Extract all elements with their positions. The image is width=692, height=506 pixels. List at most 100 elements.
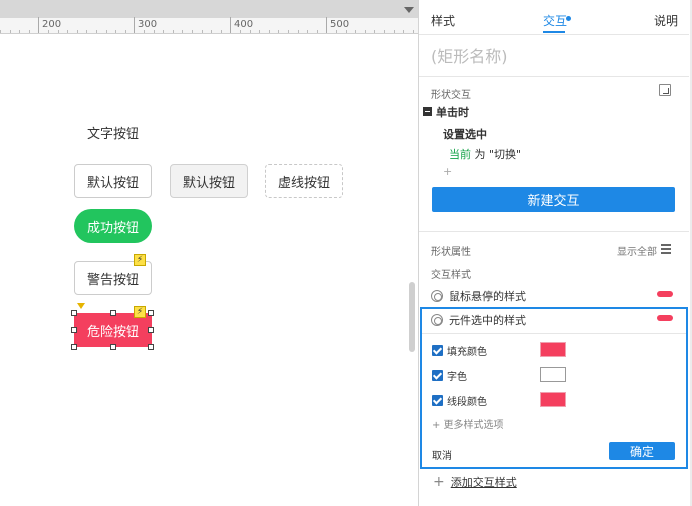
ruler-tick: [269, 30, 270, 33]
hover-style-label: 鼠标悬停的样式: [449, 290, 526, 303]
font-color-swatch[interactable]: [540, 367, 566, 382]
ruler-tick: [19, 30, 20, 33]
ruler-tick: [96, 30, 97, 33]
canvas-top-strip: [0, 0, 418, 18]
default-button[interactable]: 默认按钮: [74, 164, 152, 198]
ruler-tick: [288, 30, 289, 33]
resize-handle[interactable]: [148, 327, 154, 333]
new-interaction-button[interactable]: 新建交互: [432, 187, 675, 212]
ruler-label: 200: [42, 19, 62, 30]
ruler-tick: [384, 30, 385, 33]
hover-style-swatch[interactable]: [657, 291, 673, 297]
default-button-hover[interactable]: 默认按钮: [170, 164, 248, 198]
ruler-tick: [259, 30, 260, 33]
selection-marker-icon: [77, 303, 85, 309]
ruler-label: 400: [234, 19, 254, 30]
active-tab-underline: [543, 31, 565, 33]
action-detail[interactable]: 当前 为 "切换": [449, 146, 521, 162]
add-action-icon[interactable]: +: [443, 165, 452, 178]
shape-name-input[interactable]: (矩形名称): [431, 43, 508, 67]
ruler-tick: [163, 30, 164, 33]
add-interaction-style-link[interactable]: 添加交互样式: [451, 474, 517, 490]
line-color-swatch[interactable]: [540, 392, 566, 407]
style-target-icon: [431, 314, 443, 326]
resize-handle[interactable]: [71, 344, 77, 350]
danger-button[interactable]: 危险按钮: [74, 313, 152, 347]
ruler-tick: [326, 17, 327, 33]
line-color-row[interactable]: 线段颜色: [432, 393, 487, 408]
resize-handle[interactable]: [148, 310, 154, 316]
ruler-tick: [115, 30, 116, 33]
add-interaction-style-row[interactable]: + 添加交互样式: [433, 474, 517, 490]
resize-handle[interactable]: [110, 310, 116, 316]
shape-properties-heading: 形状属性: [431, 247, 471, 258]
resize-handle[interactable]: [71, 327, 77, 333]
ruler-tick: [355, 30, 356, 33]
line-color-checkbox[interactable]: [432, 395, 443, 406]
selected-style-row[interactable]: 元件选中的样式: [431, 312, 526, 328]
text-button[interactable]: 文字按钮: [74, 120, 152, 144]
ruler-tick: [77, 30, 78, 33]
dashed-button[interactable]: 虚线按钮: [265, 164, 343, 198]
resize-handle[interactable]: [110, 344, 116, 350]
warning-button[interactable]: 警告按钮: [74, 261, 152, 295]
interaction-style-heading: 交互样式: [431, 270, 471, 281]
lightning-icon: ⚡: [134, 254, 146, 266]
ruler-tick: [134, 17, 135, 33]
ruler-tick: [29, 30, 30, 33]
hover-style-row[interactable]: 鼠标悬停的样式: [431, 288, 526, 304]
ruler-label: 300: [138, 19, 158, 30]
ruler-tick: [173, 30, 174, 33]
selected-style-swatch[interactable]: [657, 315, 673, 321]
fill-color-checkbox[interactable]: [432, 345, 443, 356]
ruler-tick: [317, 30, 318, 33]
font-color-row[interactable]: 字色: [432, 368, 467, 383]
ruler-label: 500: [330, 19, 350, 30]
plus-icon: +: [433, 474, 445, 490]
design-canvas[interactable]: 200 300 400 500 文字按钮 默认按钮 默认按钮 虚线按钮 成功按钮…: [0, 0, 418, 506]
resize-handle[interactable]: [71, 310, 77, 316]
ruler-tick: [346, 30, 347, 33]
font-color-checkbox[interactable]: [432, 370, 443, 381]
divider: [419, 76, 689, 77]
ruler-tick: [374, 30, 375, 33]
show-all-link[interactable]: 显示全部: [617, 243, 657, 258]
ruler-tick: [144, 30, 145, 33]
ruler-tick: [250, 30, 251, 33]
ruler-tick: [0, 30, 1, 33]
dropdown-arrow-icon[interactable]: [404, 7, 414, 13]
event-onclick[interactable]: 单击时: [436, 104, 469, 120]
selected-style-label: 元件选中的样式: [449, 314, 526, 327]
horizontal-ruler: 200 300 400 500: [0, 17, 418, 34]
ruler-tick: [365, 30, 366, 33]
menu-icon[interactable]: [661, 244, 671, 254]
divider: [422, 333, 686, 334]
expand-panel-icon[interactable]: [659, 84, 671, 96]
ruler-tick: [86, 30, 87, 33]
ruler-tick: [67, 30, 68, 33]
ruler-tick: [202, 30, 203, 33]
ruler-tick: [336, 30, 337, 33]
ruler-tick: [125, 30, 126, 33]
tab-notes[interactable]: 说明: [654, 12, 678, 29]
collapse-icon[interactable]: [423, 107, 432, 116]
shape-interaction-heading: 形状交互: [431, 90, 471, 101]
line-color-label: 线段颜色: [447, 397, 487, 408]
tab-style[interactable]: 样式: [431, 12, 455, 29]
ruler-tick: [221, 30, 222, 33]
success-button[interactable]: 成功按钮: [74, 209, 152, 243]
action-set-selected[interactable]: 设置选中: [443, 126, 487, 142]
tab-interaction[interactable]: 交互: [543, 12, 567, 29]
fill-color-swatch[interactable]: [540, 342, 566, 357]
ruler-tick: [298, 30, 299, 33]
confirm-button[interactable]: 确定: [609, 442, 675, 460]
more-style-options-link[interactable]: + 更多样式选项: [432, 416, 504, 431]
resize-handle[interactable]: [148, 344, 154, 350]
action-value: 为 "切换": [471, 148, 522, 161]
fill-color-row[interactable]: 填充颜色: [432, 343, 487, 358]
ruler-tick: [413, 30, 414, 33]
canvas-scrollbar[interactable]: [409, 282, 415, 352]
ruler-tick: [182, 30, 183, 33]
cancel-button[interactable]: 取消: [432, 447, 452, 462]
ruler-tick: [307, 30, 308, 33]
